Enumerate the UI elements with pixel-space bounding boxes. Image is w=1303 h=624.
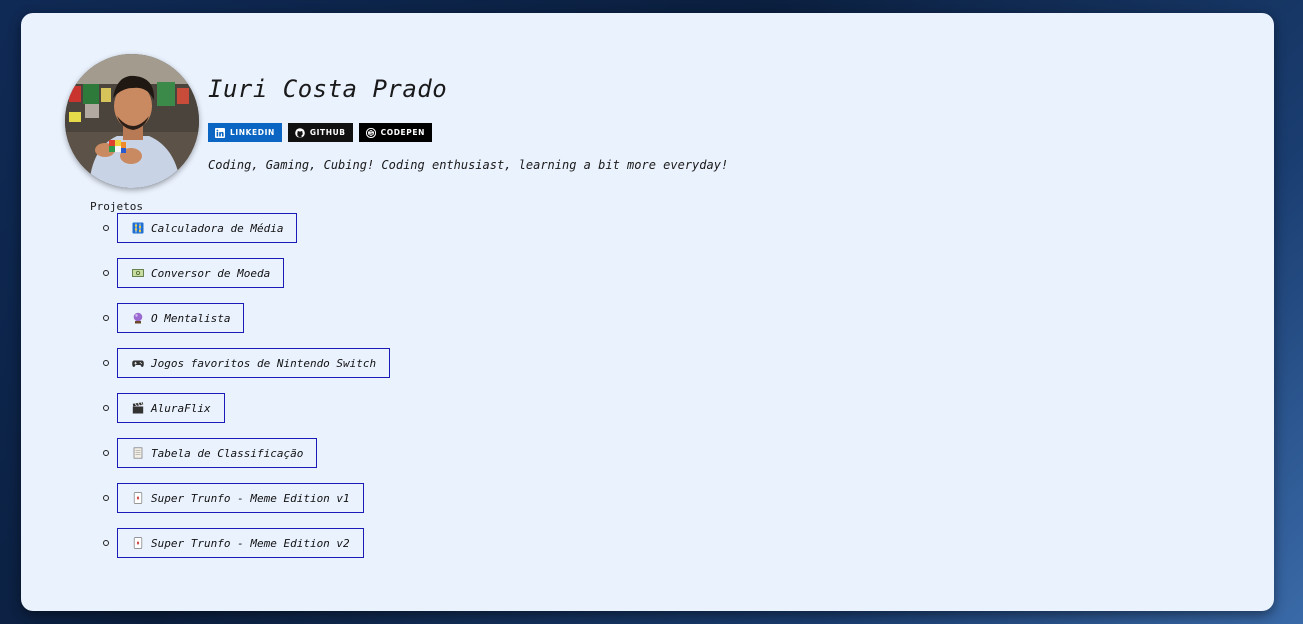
project-label: O Mentalista: [151, 311, 231, 325]
project-label: Conversor de Moeda: [151, 266, 271, 280]
project-link-tabela[interactable]: Tabela de Classificação: [117, 438, 318, 468]
codepen-badge[interactable]: CODEPEN: [358, 123, 432, 142]
github-badge[interactable]: GITHUB: [287, 123, 353, 142]
profile-card: Iuri Costa Prado LINKEDIN GITHUB CODEPEN…: [21, 13, 1274, 611]
codepen-badge-label: CODEPEN: [380, 128, 425, 137]
bullet: [103, 540, 109, 546]
gamepad-icon: [132, 360, 144, 367]
project-link-calculadora[interactable]: Calculadora de Média: [117, 213, 298, 243]
project-label: Calculadora de Média: [151, 221, 284, 235]
linkedin-icon: [215, 127, 225, 138]
bullet: [103, 225, 109, 231]
scroll-icon: [133, 447, 143, 459]
clapperboard-icon: [132, 402, 144, 414]
project-label: AluraFlix: [151, 401, 211, 415]
avatar: [65, 54, 199, 188]
banknote-icon: [132, 269, 144, 277]
project-link-super-trunfo-v1[interactable]: Super Trunfo - Meme Edition v1: [117, 483, 364, 513]
project-label: Super Trunfo - Meme Edition v2: [151, 536, 350, 550]
linkedin-badge-label: LINKEDIN: [230, 128, 275, 137]
github-badge-label: GITHUB: [309, 128, 346, 137]
bullet: [103, 315, 109, 321]
project-label: Jogos favoritos de Nintendo Switch: [151, 356, 377, 370]
playing-card-icon: [133, 492, 143, 504]
linkedin-badge[interactable]: LINKEDIN: [208, 123, 282, 142]
crystal-ball-icon: [133, 312, 143, 324]
project-link-mentalista[interactable]: O Mentalista: [117, 303, 245, 333]
profile-bio: Coding, Gaming, Cubing! Coding enthusias…: [208, 158, 729, 172]
github-icon: [295, 127, 305, 138]
profile-name: Iuri Costa Prado: [208, 75, 448, 103]
project-label: Super Trunfo - Meme Edition v1: [151, 491, 350, 505]
codepen-icon: [365, 127, 376, 138]
bullet: [103, 405, 109, 411]
social-badges: LINKEDIN GITHUB CODEPEN: [208, 123, 432, 142]
project-link-conversor[interactable]: Conversor de Moeda: [117, 258, 285, 288]
bullet: [103, 360, 109, 366]
project-label: Tabela de Classificação: [151, 446, 304, 460]
projects-heading: Projetos: [90, 200, 143, 213]
bullet: [103, 495, 109, 501]
abacus-icon: [132, 222, 144, 234]
bullet: [103, 450, 109, 456]
playing-card-icon: [133, 537, 143, 549]
project-link-jogos[interactable]: Jogos favoritos de Nintendo Switch: [117, 348, 391, 378]
project-link-super-trunfo-v2[interactable]: Super Trunfo - Meme Edition v2: [117, 528, 364, 558]
bullet: [103, 270, 109, 276]
project-link-aluraflix[interactable]: AluraFlix: [117, 393, 225, 423]
